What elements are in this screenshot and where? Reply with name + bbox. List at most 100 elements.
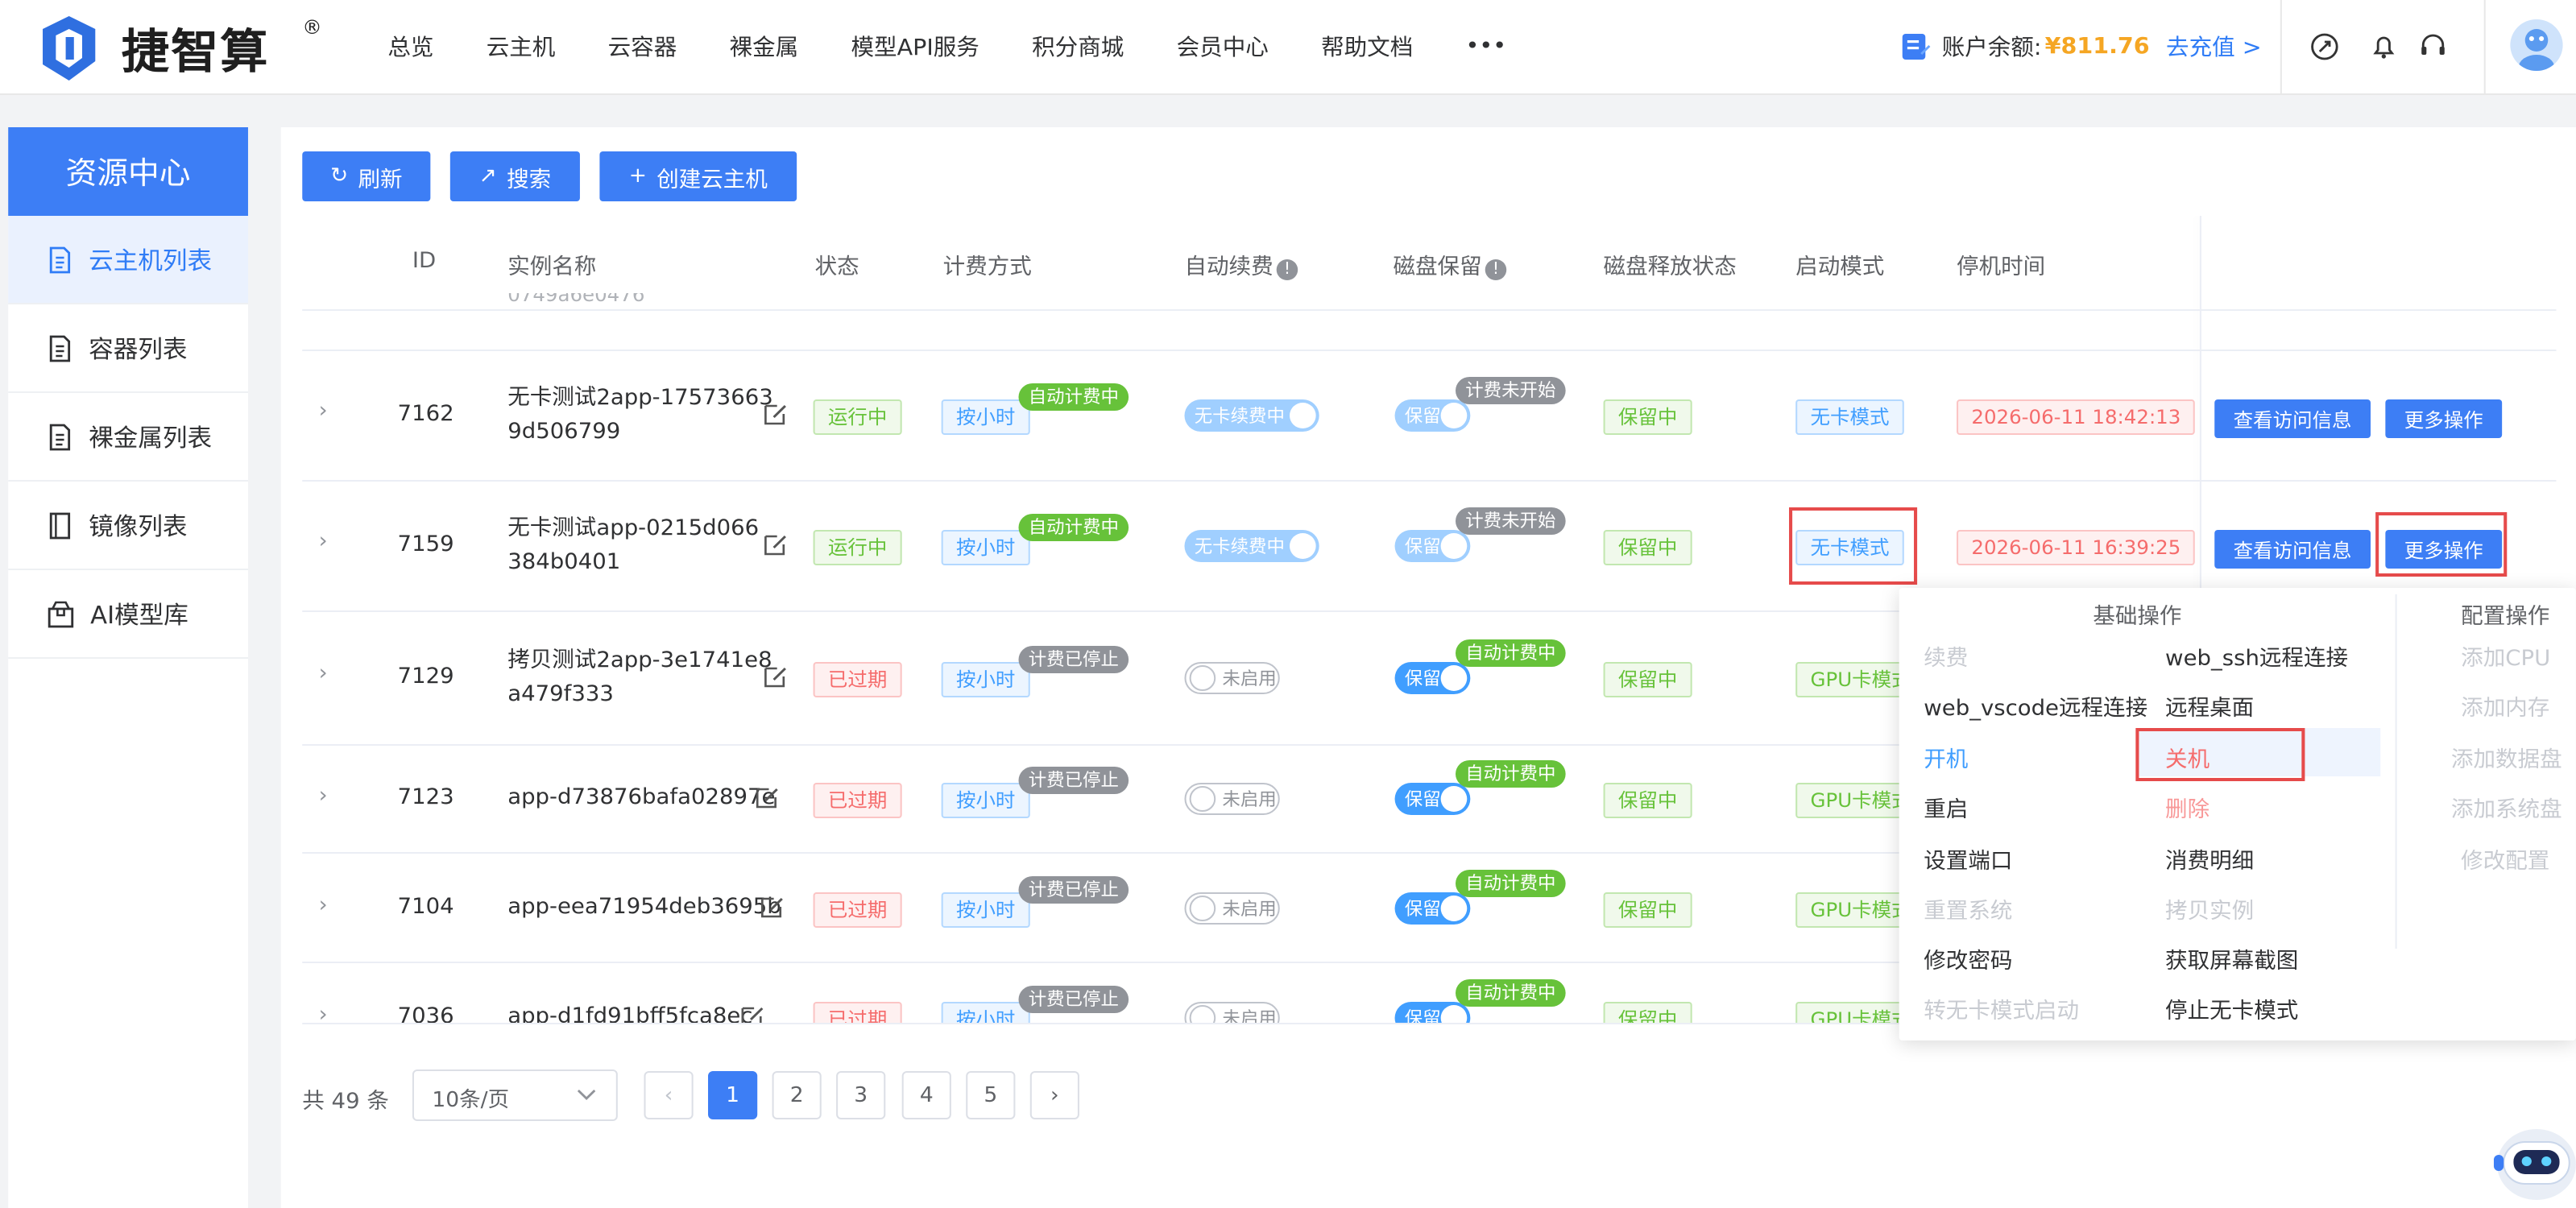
menu-item-add-system-disk[interactable]: 添加系统盘	[2451, 791, 2562, 823]
menu-item-web-ssh[interactable]: web_ssh远程连接	[2165, 639, 2348, 672]
refresh-button[interactable]: ↻ 刷新	[302, 151, 431, 201]
page-2-button[interactable]: 2	[772, 1071, 822, 1119]
prev-page-button[interactable]: ‹	[644, 1071, 694, 1119]
menu-item-billing-details[interactable]: 消费明细	[2165, 842, 2254, 875]
auto-renew-toggle[interactable]: 无卡续费中	[1184, 530, 1319, 562]
sidebar-item-image-list[interactable]: 镜像列表	[8, 482, 248, 570]
nav-overview[interactable]: 总览	[387, 31, 433, 63]
menu-item-restart[interactable]: 重启	[1924, 791, 1968, 823]
nav-member-center[interactable]: 会员中心	[1177, 31, 1269, 63]
sidebar-item-cloud-host-list[interactable]: 云主机列表	[8, 216, 248, 304]
disk-retain-toggle[interactable]: 保留	[1394, 530, 1471, 562]
disk-retain-toggle[interactable]: 保留	[1394, 1002, 1471, 1023]
billing-tag: 按小时	[941, 662, 1030, 697]
menu-item-add-memory[interactable]: 添加内存	[2461, 689, 2549, 722]
auto-renew-toggle[interactable]: 未启用	[1184, 892, 1280, 925]
row-name: app-d73876bafa02897e	[507, 784, 776, 810]
main-nav: 总览 云主机 云容器 裸金属 模型API服务 积分商城 会员中心 帮助文档 ••…	[362, 0, 1533, 93]
edit-icon[interactable]	[739, 1003, 766, 1023]
bell-icon[interactable]	[2369, 32, 2399, 61]
recharge-link[interactable]: 去充值 >	[2166, 31, 2262, 63]
page-5-button[interactable]: 5	[966, 1071, 1016, 1119]
nav-help-docs[interactable]: 帮助文档	[1321, 31, 1413, 63]
pin-icon[interactable]	[2310, 32, 2340, 61]
toggle-label: 无卡续费中	[1194, 536, 1285, 557]
disk-retain-toggle[interactable]: 保留	[1394, 399, 1471, 432]
auto-renew-toggle[interactable]: 未启用	[1184, 1002, 1280, 1023]
toggle-knob	[1440, 533, 1468, 559]
search-button[interactable]: ↗ 搜索	[449, 151, 580, 201]
page-size-select[interactable]: 10条/页	[412, 1069, 618, 1121]
menu-item-modify-config[interactable]: 修改配置	[2461, 842, 2549, 875]
info-icon[interactable]: !	[1485, 259, 1507, 280]
sidebar-item-container-list[interactable]: 容器列表	[8, 304, 248, 393]
brand-logo[interactable]: 捷智算 ®	[36, 13, 322, 84]
chevron-right-icon: ›	[1050, 1083, 1059, 1107]
menu-item-web-vscode[interactable]: web_vscode远程连接	[1924, 689, 2147, 722]
page-3-button[interactable]: 3	[836, 1071, 886, 1119]
disk-retain-toggle[interactable]: 保留	[1394, 892, 1471, 925]
status-badge: 已过期	[813, 662, 902, 697]
menu-item-reset-system[interactable]: 重置系统	[1924, 892, 2012, 925]
expand-chevron-icon[interactable]: ›	[319, 528, 328, 554]
toggle-label: 无卡续费中	[1194, 406, 1285, 427]
menu-item-copy-instance[interactable]: 拷贝实例	[2165, 892, 2254, 925]
page-1-button[interactable]: 1	[708, 1071, 758, 1119]
expand-chevron-icon[interactable]: ›	[319, 1002, 328, 1023]
col-auto-renew: 自动续费!	[1184, 248, 1298, 280]
create-host-button[interactable]: + 创建云主机	[599, 151, 797, 201]
nav-cloud-host[interactable]: 云主机	[487, 31, 556, 63]
info-icon[interactable]: !	[1276, 259, 1298, 280]
edit-icon[interactable]	[762, 664, 789, 689]
edit-icon[interactable]	[759, 894, 785, 920]
expand-chevron-icon[interactable]: ›	[319, 398, 328, 424]
nav-model-api[interactable]: 模型API服务	[851, 31, 979, 63]
menu-item-set-port[interactable]: 设置端口	[1924, 842, 2012, 875]
menu-item-switch-cardless-boot[interactable]: 转无卡模式启动	[1924, 992, 2079, 1024]
more-actions-button[interactable]: 更多操作	[2385, 399, 2503, 438]
auto-renew-toggle[interactable]: 无卡续费中	[1184, 399, 1319, 432]
expand-chevron-icon[interactable]: ›	[319, 783, 328, 809]
menu-item-get-screenshot[interactable]: 获取屏幕截图	[2165, 942, 2298, 974]
expand-chevron-icon[interactable]: ›	[319, 660, 328, 686]
auto-renew-toggle[interactable]: 未启用	[1184, 662, 1280, 694]
page-4-button[interactable]: 4	[901, 1071, 951, 1119]
view-access-info-button[interactable]: 查看访问信息	[2214, 399, 2371, 438]
toggle-knob	[1189, 896, 1216, 921]
view-access-info-button[interactable]: 查看访问信息	[2214, 530, 2371, 569]
chevron-down-icon	[577, 1090, 596, 1100]
disk-pill: 自动计费中	[1455, 870, 1566, 897]
edit-icon[interactable]	[754, 784, 781, 810]
menu-item-power-on[interactable]: 开机	[1924, 741, 1968, 773]
page-size-value: 10条/页	[432, 1089, 510, 1113]
nav-points-mall[interactable]: 积分商城	[1032, 31, 1124, 63]
menu-item-delete[interactable]: 删除	[2165, 791, 2209, 823]
edit-icon[interactable]	[762, 532, 789, 557]
sidebar-item-ai-model-library[interactable]: AI模型库	[8, 570, 248, 659]
menu-item-add-cpu[interactable]: 添加CPU	[2461, 639, 2550, 672]
release-status: 保留中	[1603, 892, 1692, 928]
menu-item-renew[interactable]: 续费	[1924, 639, 1968, 672]
avatar[interactable]	[2510, 19, 2563, 71]
disk-retain-toggle[interactable]: 保留	[1394, 783, 1471, 815]
nav-cloud-container[interactable]: 云容器	[608, 31, 677, 63]
menu-item-stop-cardless[interactable]: 停止无卡模式	[2165, 992, 2298, 1024]
menu-item-change-password[interactable]: 修改密码	[1924, 942, 2012, 974]
ai-assistant-robot[interactable]	[2487, 1116, 2576, 1208]
disk-pill: 自动计费中	[1455, 979, 1566, 1007]
status-badge: 已过期	[813, 783, 902, 818]
menu-item-remote-desktop[interactable]: 远程桌面	[2165, 689, 2254, 722]
next-page-button[interactable]: ›	[1029, 1071, 1079, 1119]
nav-bare-metal[interactable]: 裸金属	[730, 31, 799, 63]
billing-pill: 计费已停止	[1018, 876, 1129, 904]
status-badge: 运行中	[813, 399, 902, 435]
expand-chevron-icon[interactable]: ›	[319, 892, 328, 918]
sidebar-item-bare-metal-list[interactable]: 裸金属列表	[8, 393, 248, 482]
headset-icon[interactable]	[2418, 32, 2448, 61]
nav-more[interactable]: •••	[1466, 34, 1507, 60]
balance-value: ¥811.76	[2044, 34, 2150, 60]
menu-item-add-data-disk[interactable]: 添加数据盘	[2451, 741, 2562, 773]
auto-renew-toggle[interactable]: 未启用	[1184, 783, 1280, 815]
edit-icon[interactable]	[762, 401, 789, 427]
disk-retain-toggle[interactable]: 保留	[1394, 662, 1471, 694]
